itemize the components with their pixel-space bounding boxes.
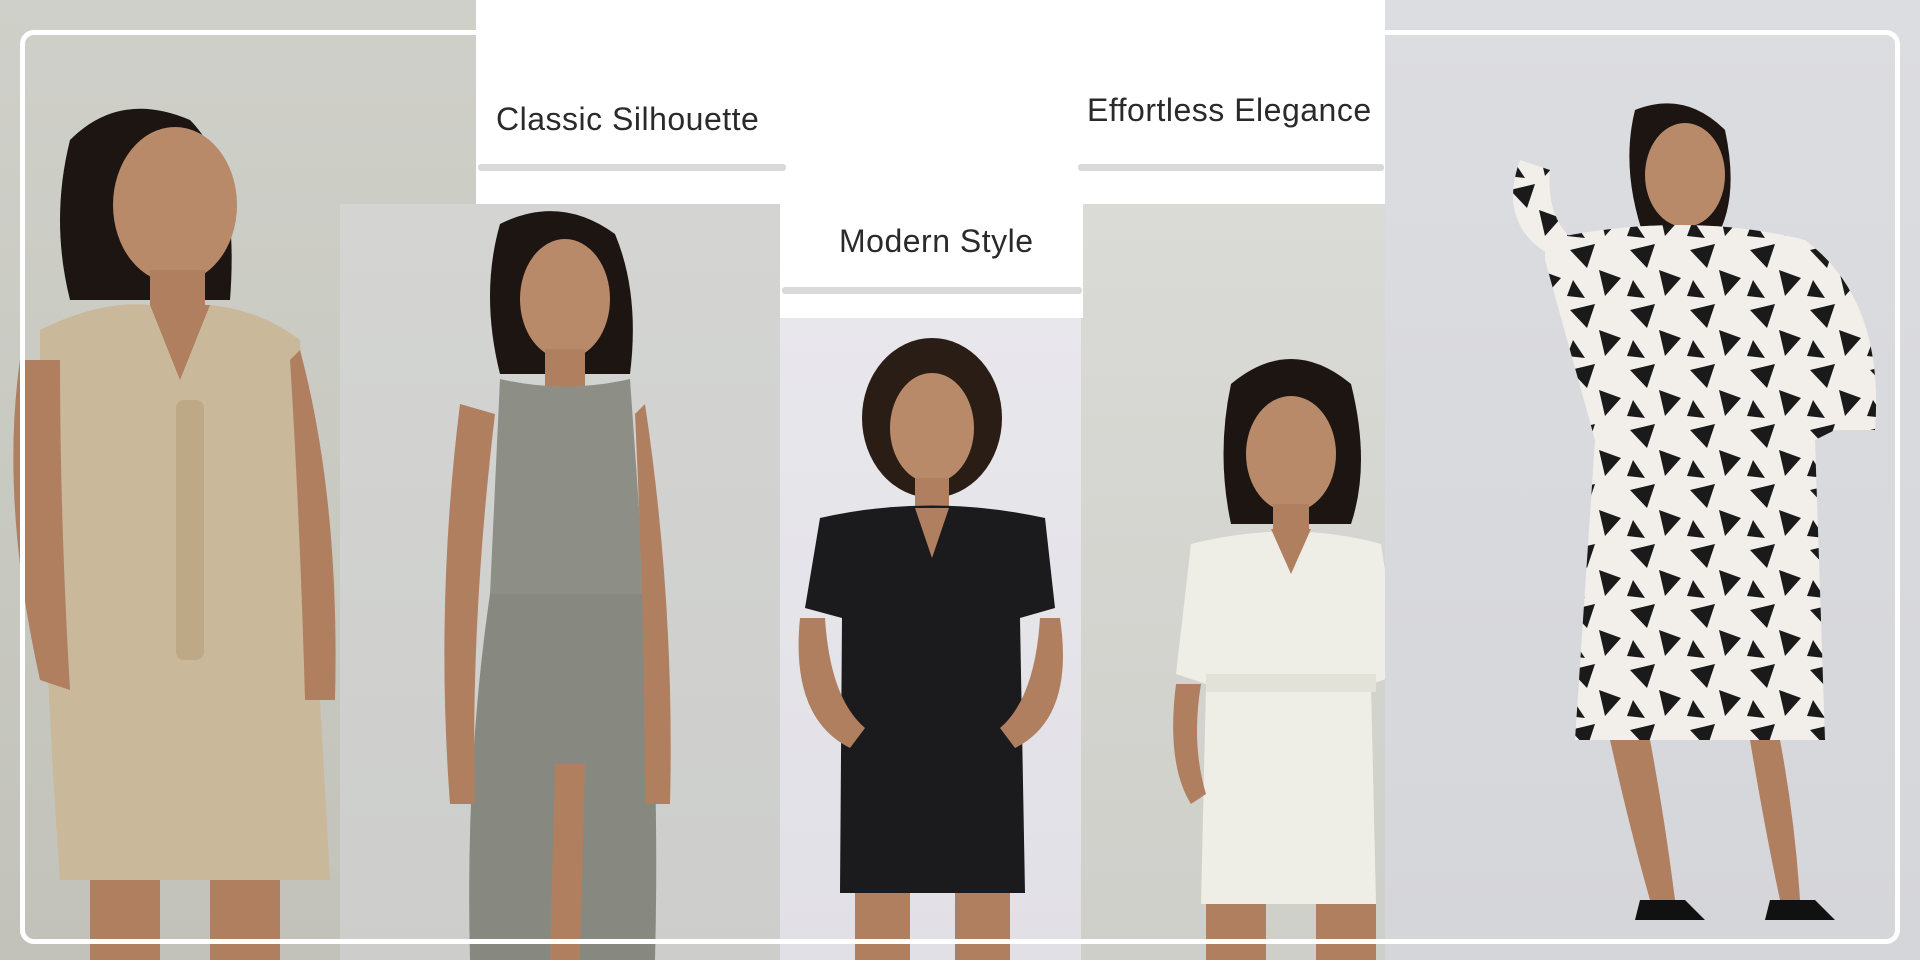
caption-banner-middle	[780, 204, 1083, 318]
caption-modern-style: Modern Style	[839, 223, 1034, 259]
caption-effortless-elegance: Effortless Elegance	[1087, 92, 1372, 128]
photo-black-romper	[780, 318, 1083, 960]
photo-grey-wrap-dress	[340, 204, 782, 960]
print-dress-model-illustration	[1513, 103, 1877, 920]
caption-underline-classic	[478, 164, 786, 171]
photo-print-wrap-dress	[1385, 0, 1920, 960]
grey-dress-model-illustration	[444, 211, 671, 960]
caption-underline-modern	[782, 287, 1082, 294]
caption-underline-elegance	[1078, 164, 1384, 171]
caption-classic-silhouette: Classic Silhouette	[496, 101, 760, 137]
black-romper-model-illustration	[798, 338, 1063, 960]
